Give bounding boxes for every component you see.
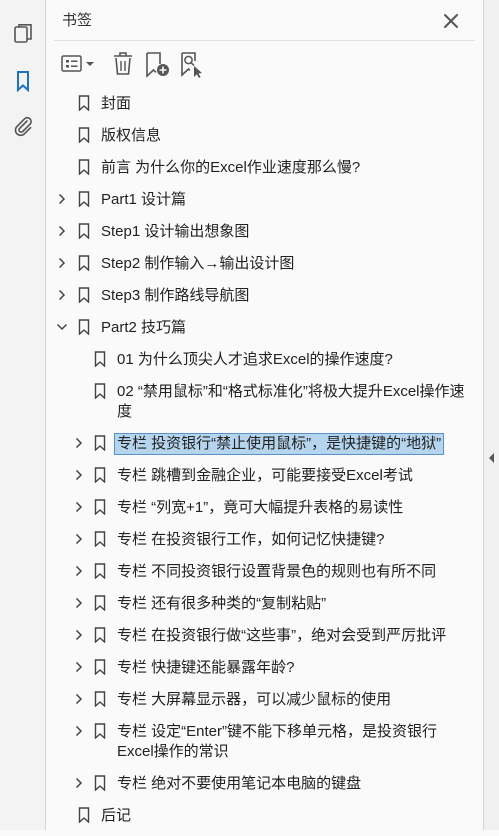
bookmark-label: 封面 bbox=[101, 95, 132, 112]
bookmark-icon bbox=[94, 383, 106, 399]
chevron-right-icon[interactable] bbox=[73, 661, 85, 673]
trash-icon[interactable] bbox=[109, 47, 137, 81]
bookmark-label: 版权信息 bbox=[101, 127, 162, 144]
bookmark-item[interactable]: 专栏 不同投资银行设置背景色的规则也有所不同 bbox=[46, 560, 483, 592]
bookmark-item[interactable]: 专栏 还有很多种类的“复制粘贴” bbox=[46, 592, 483, 624]
bookmark-icon bbox=[94, 595, 106, 611]
bookmark-label: 专栏 还有很多种类的“复制粘贴” bbox=[117, 595, 327, 612]
bookmark-item[interactable]: 02 “禁用鼠标”和“格式标准化”将极大提升Excel操作速度 bbox=[46, 380, 483, 432]
bookmark-item[interactable]: 专栏 在投资银行做“这些事”，绝对会受到严厉批评 bbox=[46, 624, 483, 656]
bookmark-icon bbox=[78, 807, 90, 823]
bookmark-label: Step1 设计输出想象图 bbox=[101, 223, 250, 240]
bookmark-icon bbox=[78, 255, 90, 271]
bookmark-label: 专栏 大屏幕显示器，可以减少鼠标的使用 bbox=[117, 691, 392, 708]
close-icon[interactable] bbox=[439, 9, 463, 33]
bookmark-icon bbox=[94, 563, 106, 579]
bookmark-item[interactable]: 01 为什么顶尖人才追求Excel的操作速度? bbox=[46, 348, 483, 380]
chevron-right-icon[interactable] bbox=[73, 597, 85, 609]
bookmark-icon bbox=[94, 499, 106, 515]
bookmark-item[interactable]: 版权信息 bbox=[46, 124, 483, 156]
bookmark-label: 后记 bbox=[101, 807, 132, 824]
bookmark-item[interactable]: Step1 设计输出想象图 bbox=[46, 220, 483, 252]
chevron-right-icon[interactable] bbox=[56, 289, 68, 301]
chevron-down-icon[interactable] bbox=[56, 321, 68, 333]
bookmark-icon bbox=[78, 287, 90, 303]
bookmark-icon bbox=[78, 319, 90, 335]
bookmark-label: 专栏 在投资银行做“这些事”，绝对会受到严厉批评 bbox=[117, 627, 447, 644]
bookmark-tree: 封面版权信息前言 为什么你的Excel作业速度那么慢? Part1 设计篇 Step… bbox=[46, 92, 483, 836]
bookmark-label: 专栏 不同投资银行设置背景色的规则也有所不同 bbox=[117, 563, 437, 580]
bookmark-label: 专栏 设定“Enter”键不能下移单元格，是投资银行Excel操作的常识 bbox=[117, 723, 438, 760]
bookmark-item[interactable]: 专栏 设定“Enter”键不能下移单元格，是投资银行Excel操作的常识 bbox=[46, 720, 483, 772]
bookmark-icon bbox=[94, 627, 106, 643]
chevron-right-icon[interactable] bbox=[56, 257, 68, 269]
bookmark-icon bbox=[94, 691, 106, 707]
bookmark-item[interactable]: 专栏 跳槽到金融企业，可能要接受Excel考试 bbox=[46, 464, 483, 496]
bookmark-icon bbox=[94, 659, 106, 675]
bookmark-icon[interactable] bbox=[11, 69, 35, 93]
chevron-right-icon[interactable] bbox=[73, 693, 85, 705]
bookmark-label: 专栏 跳槽到金融企业，可能要接受Excel考试 bbox=[117, 467, 413, 484]
bookmark-label: 专栏 绝对不要使用笔记本电脑的键盘 bbox=[117, 775, 362, 792]
collapse-arrow-icon[interactable] bbox=[487, 451, 497, 465]
bookmark-icon bbox=[94, 723, 106, 739]
bookmark-label: 前言 为什么你的Excel作业速度那么慢? bbox=[101, 159, 361, 176]
bookmark-icon bbox=[94, 435, 106, 451]
bookmark-icon bbox=[94, 775, 106, 791]
panel-title: 书签 bbox=[62, 12, 93, 29]
find-bookmark-icon[interactable] bbox=[177, 47, 205, 81]
bookmark-item[interactable]: 专栏 快捷键还能暴露年龄? bbox=[46, 656, 483, 688]
bookmark-item[interactable]: 专栏 绝对不要使用笔记本电脑的键盘 bbox=[46, 772, 483, 804]
bookmark-item[interactable]: 后记 bbox=[46, 804, 483, 836]
panel-divider bbox=[54, 40, 475, 41]
bookmarks-panel: 书签 封面版权信息前言 为什么你的Excel作业速度那么慢? Part1 设计篇 S… bbox=[46, 0, 483, 830]
bookmark-label: 01 为什么顶尖人才追求Excel的操作速度? bbox=[117, 351, 393, 368]
chevron-right-icon[interactable] bbox=[56, 225, 68, 237]
bookmark-item[interactable]: 专栏 “列宽+1”，竟可大幅提升表格的易读性 bbox=[46, 496, 483, 528]
chevron-right-icon[interactable] bbox=[73, 777, 85, 789]
bookmark-label: Step3 制作路线导航图 bbox=[101, 287, 250, 304]
pages-icon[interactable] bbox=[11, 22, 35, 46]
navigation-sidebar bbox=[0, 0, 46, 830]
panel-collapse-strip[interactable] bbox=[483, 0, 499, 830]
bookmark-item[interactable]: 专栏 大屏幕显示器，可以减少鼠标的使用 bbox=[46, 688, 483, 720]
bookmark-label: Step2 制作输入→输出设计图 bbox=[101, 255, 295, 272]
bookmark-icon bbox=[78, 159, 90, 175]
chevron-right-icon[interactable] bbox=[73, 469, 85, 481]
attachment-icon[interactable] bbox=[11, 114, 35, 138]
bookmark-icon bbox=[94, 351, 106, 367]
bookmark-item[interactable]: 专栏 投资银行“禁止使用鼠标”，是快捷键的“地狱” bbox=[46, 432, 483, 464]
bookmark-label: Part1 设计篇 bbox=[101, 191, 187, 208]
bookmark-item[interactable]: Step2 制作输入→输出设计图 bbox=[46, 252, 483, 284]
bookmark-item[interactable]: Part2 技巧篇 bbox=[46, 316, 483, 348]
list-options-icon[interactable] bbox=[58, 47, 98, 81]
bookmark-label: 02 “禁用鼠标”和“格式标准化”将极大提升Excel操作速度 bbox=[117, 383, 465, 420]
bookmark-label: 专栏 投资银行“禁止使用鼠标”，是快捷键的“地狱” bbox=[113, 433, 445, 455]
bookmark-item[interactable]: 封面 bbox=[46, 92, 483, 124]
bookmark-label: Part2 技巧篇 bbox=[101, 319, 187, 336]
chevron-right-icon[interactable] bbox=[73, 565, 85, 577]
bookmark-icon bbox=[78, 127, 90, 143]
bookmark-label: 专栏 快捷键还能暴露年龄? bbox=[117, 659, 295, 676]
chevron-right-icon[interactable] bbox=[73, 437, 85, 449]
chevron-right-icon[interactable] bbox=[56, 193, 68, 205]
bookmark-item[interactable]: 专栏 在投资银行工作，如何记忆快捷键? bbox=[46, 528, 483, 560]
chevron-right-icon[interactable] bbox=[73, 501, 85, 513]
chevron-right-icon[interactable] bbox=[73, 725, 85, 737]
chevron-right-icon[interactable] bbox=[73, 533, 85, 545]
bookmark-icon bbox=[78, 223, 90, 239]
bookmark-icon bbox=[94, 531, 106, 547]
bookmark-item[interactable]: 前言 为什么你的Excel作业速度那么慢? bbox=[46, 156, 483, 188]
add-bookmark-icon[interactable] bbox=[143, 47, 171, 81]
bookmark-icon bbox=[78, 95, 90, 111]
chevron-right-icon[interactable] bbox=[73, 629, 85, 641]
bookmark-icon bbox=[78, 191, 90, 207]
bookmark-item[interactable]: Part1 设计篇 bbox=[46, 188, 483, 220]
bookmark-item[interactable]: Step3 制作路线导航图 bbox=[46, 284, 483, 316]
bookmark-label: 专栏 在投资银行工作，如何记忆快捷键? bbox=[117, 531, 385, 548]
bookmark-label: 专栏 “列宽+1”，竟可大幅提升表格的易读性 bbox=[117, 499, 404, 516]
bookmark-icon bbox=[94, 467, 106, 483]
